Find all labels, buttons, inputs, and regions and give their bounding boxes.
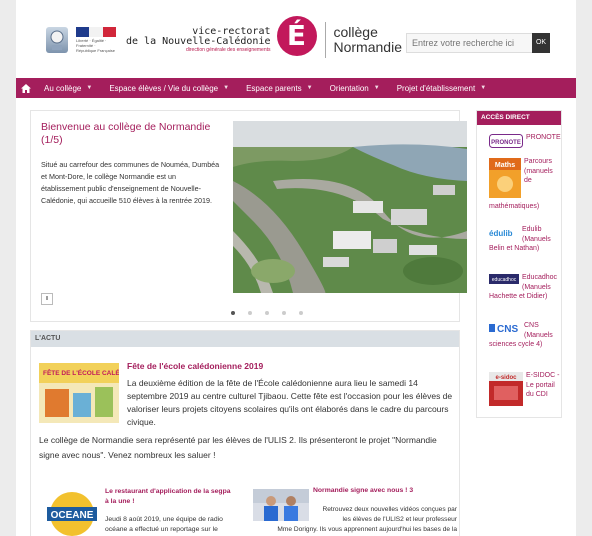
nav-item-label: Espace parents xyxy=(246,83,302,93)
article-text-normandie-signe-2: Mme Dorigny. Ils vous apprennent aujourd… xyxy=(277,526,457,533)
sidebar-item-cns[interactable]: CNS CNS (Manuels sciences cycle 4) xyxy=(489,321,561,350)
sidebar-item-parcours[interactable]: Maths Parcours (manuels de mathématiques… xyxy=(489,157,561,211)
sidebar-item-pronote[interactable]: PRONOTE PRONOTE xyxy=(489,133,561,152)
slider-dots xyxy=(231,311,316,315)
article-text-fete-2: Le collège de Normandie sera représenté … xyxy=(39,435,437,460)
republique-francaise-logo: Liberté · Égalité · Fraternité · Républi… xyxy=(76,27,116,53)
nav-item-label: Orientation xyxy=(329,83,369,93)
fete-ecole-thumbnail[interactable]: FÊTE DE L'ÉCOLE CALÉDONIENNE xyxy=(39,363,119,423)
slider-dot-3[interactable] xyxy=(265,311,269,315)
nav-item-projet-etablissement[interactable]: Projet d'établissement ▼ xyxy=(389,78,495,98)
pronote-logo-text: PRONOTE xyxy=(491,140,521,146)
vice-rectorat-line1: vice-rectorat xyxy=(192,25,271,37)
slider-dot-1[interactable] xyxy=(231,311,235,315)
sidebar-item-educadhoc[interactable]: educadhoc Educadhoc (Manuels Hachette et… xyxy=(489,273,561,302)
oceane-thumbnail[interactable]: OCEANE xyxy=(45,491,99,536)
article-title-normandie-signe[interactable]: Normandie signe avec nous ! 3 xyxy=(313,487,413,494)
chevron-down-icon: ▼ xyxy=(86,85,93,91)
chevron-down-icon: ▼ xyxy=(480,85,487,91)
vice-rectorat-text: vice-rectorat de la Nouvelle-Calédonie d… xyxy=(126,25,271,54)
pronote-logo-icon: PRONOTE xyxy=(489,134,523,152)
cns-logo-icon: CNS xyxy=(489,322,521,338)
nav-item-orientation[interactable]: Orientation ▼ xyxy=(322,78,389,98)
nav-item-label: Projet d'établissement xyxy=(396,83,476,93)
sidebar-item-label: E-SIDOC - Le portail du CDI xyxy=(526,372,560,398)
slider-dot-4[interactable] xyxy=(282,311,286,315)
chevron-down-icon: ▼ xyxy=(223,85,230,91)
article-title-restaurant[interactable]: Le restaurant d'application de la segpa … xyxy=(105,487,235,507)
article-text-fete: La deuxième édition de la fête de l'Écol… xyxy=(127,378,453,427)
main-nav: Au collège ▼ Espace élèves / Vie du collè… xyxy=(16,78,576,98)
edulib-logo-icon: édulib xyxy=(489,226,519,244)
fete-thumb-title: FÊTE DE L'ÉCOLE CALÉDONIENNE xyxy=(43,368,119,377)
nav-item-label: Au collège xyxy=(44,83,82,93)
aerial-campus-image[interactable] xyxy=(233,121,467,293)
college-logo-e: É xyxy=(276,16,317,56)
sidebar-item-label: PRONOTE xyxy=(526,134,561,141)
maths-logo-text: Maths xyxy=(495,162,515,169)
site-header: Liberté · Égalité · Fraternité · Républi… xyxy=(16,0,576,78)
pause-button[interactable]: II xyxy=(41,293,53,305)
french-flag-icon xyxy=(76,27,116,37)
esidoc-logo-text: e-sidoc xyxy=(495,375,517,381)
direct-access-heading: ACCÈS DIRECT xyxy=(477,111,561,125)
educadhoc-logo-icon: educadhoc xyxy=(489,274,519,288)
slide-text: Situé au carrefour des communes de Noumé… xyxy=(41,160,220,205)
normandie-signe-thumbnail[interactable] xyxy=(253,489,309,521)
seal-logo-icon xyxy=(46,27,68,53)
oceane-logo-text: OCEANE xyxy=(51,510,94,521)
chevron-down-icon: ▼ xyxy=(373,85,380,91)
cns-logo-text: CNS xyxy=(497,324,518,334)
slide-title[interactable]: Bienvenue au collège de Normandie (1/5) xyxy=(41,121,221,147)
nav-item-espace-eleves[interactable]: Espace élèves / Vie du collège ▼ xyxy=(101,78,238,98)
article-title-fete[interactable]: Fête de l'école calédonienne 2019 xyxy=(127,361,263,371)
college-name-line1: collège xyxy=(333,24,378,40)
college-name-line2: Normandie xyxy=(333,39,402,55)
flag-caption: Liberté · Égalité · Fraternité · Républi… xyxy=(76,38,115,53)
sidebar-item-esidoc[interactable]: e-sidoc E-SIDOC - Le portail du CDI xyxy=(489,371,561,410)
direct-access-sidebar: ACCÈS DIRECT PRONOTE PRONOTE Maths Parco… xyxy=(476,110,562,418)
logo-group[interactable]: Liberté · Égalité · Fraternité · Républi… xyxy=(46,16,402,58)
page: Liberté · Égalité · Fraternité · Républi… xyxy=(16,0,576,536)
slider-dot-5[interactable] xyxy=(299,311,303,315)
search-input[interactable] xyxy=(406,33,534,53)
news-heading: L'ACTU xyxy=(31,331,459,347)
article-text-restaurant: Jeudi 8 août 2019, une équipe de radio o… xyxy=(105,516,223,533)
college-name: collège Normandie xyxy=(334,25,402,55)
news-section: L'ACTU FÊTE DE L'ÉCOLE CALÉDONIENNE Fête… xyxy=(30,330,460,536)
home-icon[interactable] xyxy=(16,78,36,98)
maths-book-icon: Maths xyxy=(489,158,521,202)
nav-item-espace-parents[interactable]: Espace parents ▼ xyxy=(238,78,322,98)
chevron-down-icon: ▼ xyxy=(306,85,313,91)
educadhoc-logo-text: educadhoc xyxy=(492,277,517,283)
vice-rectorat-line2: de la Nouvelle-Calédonie xyxy=(126,35,271,47)
edulib-logo-text: édulib xyxy=(489,229,513,238)
welcome-slider: Bienvenue au collège de Normandie (1/5) … xyxy=(30,110,467,322)
search-button[interactable]: OK xyxy=(532,33,550,53)
esidoc-logo-icon: e-sidoc xyxy=(489,372,523,410)
slider-dot-2[interactable] xyxy=(248,311,252,315)
article-text-normandie-signe: Retrouvez deux nouvelles vidéos conçues … xyxy=(322,506,457,523)
logo-divider xyxy=(324,22,326,58)
vice-rectorat-line3: direction générale des enseignements xyxy=(186,46,271,53)
sidebar-item-edulib[interactable]: édulib Edulib (Manuels Belin et Nathan) xyxy=(489,225,561,254)
nav-item-au-college[interactable]: Au collège ▼ xyxy=(36,78,101,98)
nav-item-label: Espace élèves / Vie du collège xyxy=(109,83,219,93)
